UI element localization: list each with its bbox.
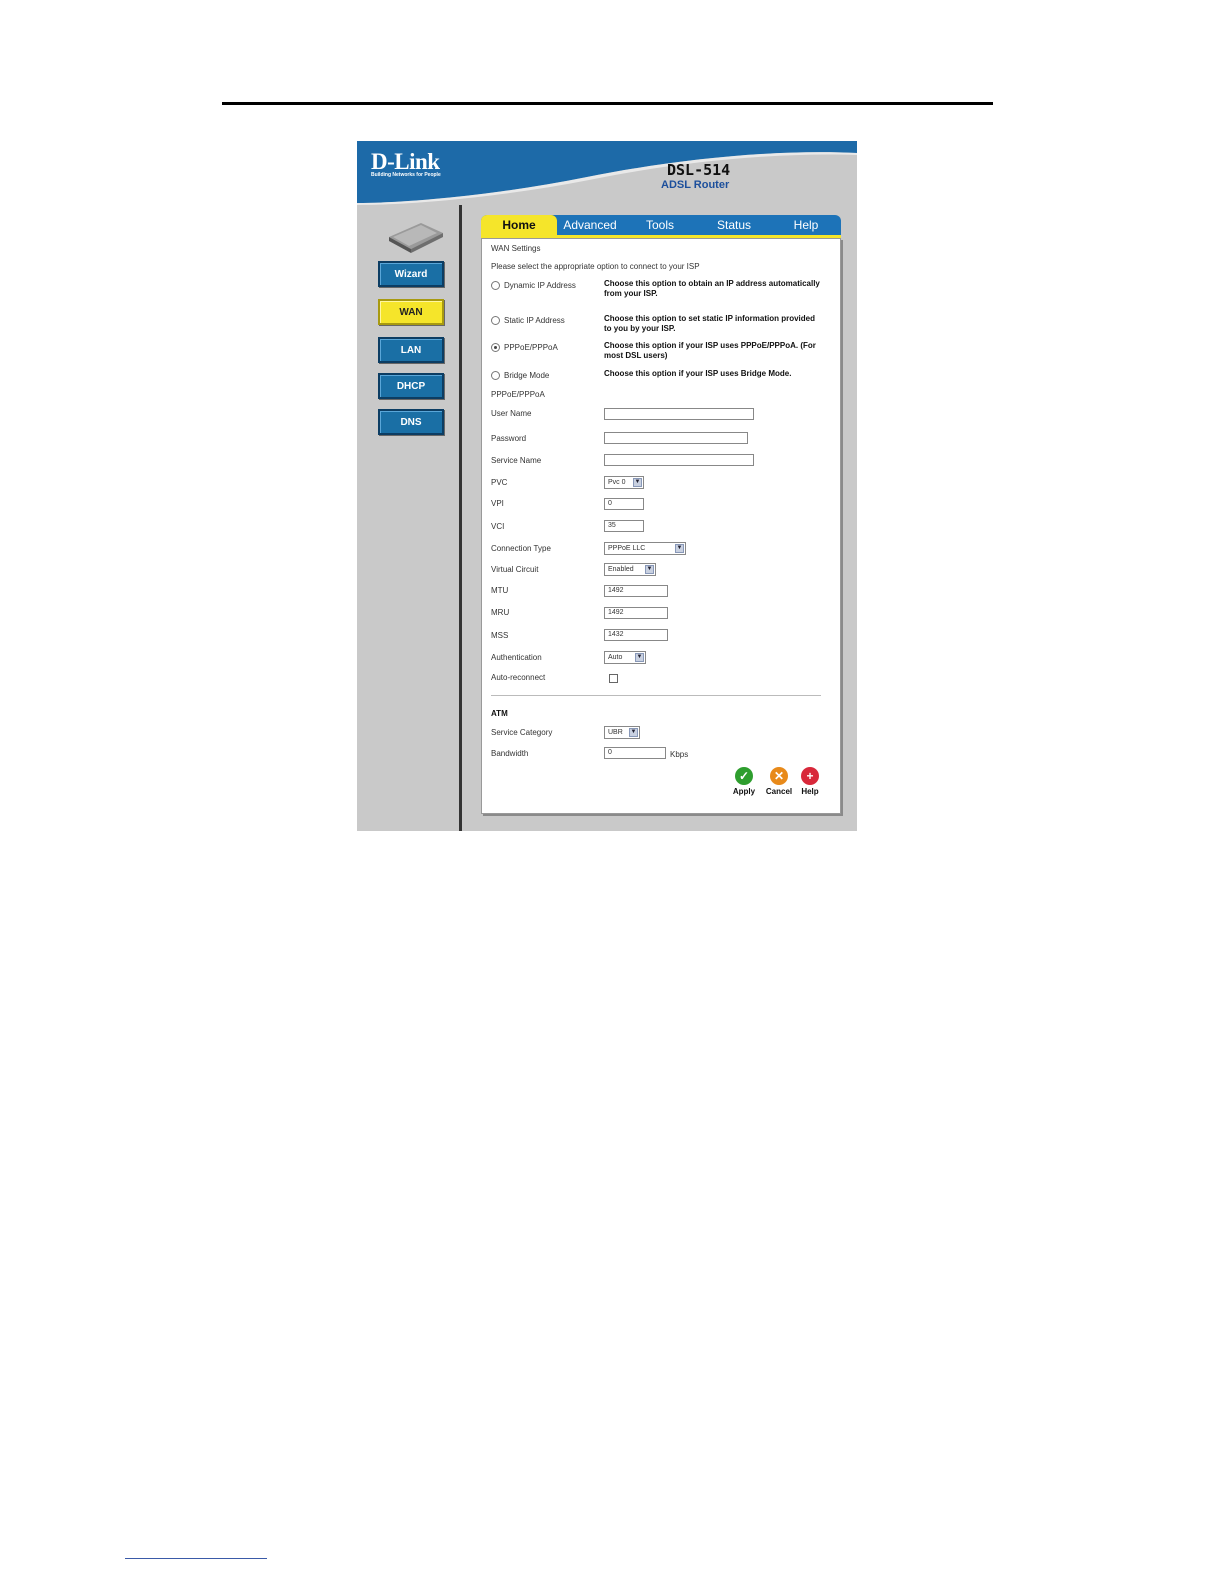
virtual-circuit-value: Enabled [608, 566, 634, 573]
password-label: Password [491, 434, 527, 443]
sidebar-item-label: DHCP [396, 380, 426, 392]
chevron-down-icon[interactable]: ▼ [635, 653, 644, 662]
user-name-input[interactable] [604, 408, 754, 420]
option-label: Bridge Mode [504, 371, 550, 380]
option-desc: Choose this option if your ISP uses PPPo… [604, 341, 816, 360]
chevron-down-icon[interactable]: ▼ [629, 728, 638, 737]
authentication-value: Auto [608, 654, 623, 661]
tab-status[interactable]: Status [697, 215, 771, 235]
cancel-label: Cancel [765, 787, 793, 796]
authentication-select[interactable]: Auto ▼ [604, 651, 646, 664]
bandwidth-input[interactable]: 0 [604, 747, 666, 759]
section-divider [491, 695, 821, 696]
model-name: DSL-514 [667, 161, 731, 179]
radio-pppoe[interactable] [491, 343, 500, 353]
service-category-value: UBR [608, 729, 623, 736]
pvc-select-value: Pvc 0 [608, 479, 626, 486]
service-name-label: Service Name [491, 456, 542, 465]
pvc-label: PVC [491, 478, 508, 487]
tab-tools[interactable]: Tools [623, 215, 697, 235]
tab-help[interactable]: Help [771, 215, 841, 235]
sidebar-item-wan[interactable]: WAN [378, 299, 444, 325]
radio-bridge[interactable] [491, 371, 500, 381]
apply-label: Apply [732, 787, 756, 796]
chevron-down-icon[interactable]: ▼ [633, 478, 642, 487]
vpi-label: VPI [491, 499, 504, 508]
cancel-button[interactable]: ✕ Cancel [764, 767, 794, 796]
radio-static-ip[interactable] [491, 316, 500, 326]
mss-input[interactable]: 1432 [604, 629, 668, 641]
option-static-ip[interactable]: Static IP Address [491, 316, 565, 326]
page-footnote-rule [125, 1558, 267, 1559]
chevron-down-icon[interactable]: ▼ [675, 544, 684, 553]
help-button[interactable]: + Help [795, 767, 825, 796]
mru-label: MRU [491, 608, 510, 617]
sidebar-item-label: LAN [400, 344, 422, 356]
tab-advanced[interactable]: Advanced [557, 215, 623, 235]
model-subtitle: ADSL Router [661, 179, 730, 191]
virtual-circuit-label: Virtual Circuit [491, 565, 539, 574]
option-label: Static IP Address [504, 316, 565, 325]
authentication-label: Authentication [491, 653, 542, 662]
router-ui-screenshot: D-Link Building Networks for People DSL-… [357, 141, 857, 831]
tab-bar: Home Advanced Tools Status Help [481, 215, 841, 235]
user-name-label: User Name [491, 409, 532, 418]
option-desc: Choose this option if your ISP uses Brid… [604, 369, 792, 378]
pppoe-section-title: PPPoE/PPPoA [491, 390, 545, 399]
vci-label: VCI [491, 522, 505, 531]
sidebar-item-label: DNS [400, 416, 422, 428]
sidebar-item-label: Wizard [394, 268, 428, 280]
auto-reconnect-checkbox[interactable] [609, 674, 618, 683]
cancel-x-icon: ✕ [770, 767, 788, 785]
page-top-rule [222, 102, 993, 105]
checkmark-icon: ✓ [735, 767, 753, 785]
option-label: Dynamic IP Address [504, 281, 576, 290]
option-pppoe[interactable]: PPPoE/PPPoA [491, 343, 558, 353]
instruction-text: Please select the appropriate option to … [491, 262, 700, 271]
bandwidth-label: Bandwidth [491, 749, 529, 758]
sidebar-item-lan[interactable]: LAN [378, 337, 444, 363]
vpi-input[interactable]: 0 [604, 498, 644, 510]
vci-input[interactable]: 35 [604, 520, 644, 532]
chevron-down-icon[interactable]: ▼ [645, 565, 654, 574]
connection-type-select[interactable]: PPPoE LLC ▼ [604, 542, 686, 555]
sidebar-divider [459, 205, 462, 831]
sidebar-item-dhcp[interactable]: DHCP [378, 373, 444, 399]
mtu-input[interactable]: 1492 [604, 585, 668, 597]
mru-input[interactable]: 1492 [604, 607, 668, 619]
content-panel: WAN Settings Please select the appropria… [481, 238, 841, 814]
service-category-select[interactable]: UBR ▼ [604, 726, 640, 739]
logo-tagline: Building Networks for People [371, 172, 441, 178]
password-input[interactable] [604, 432, 748, 444]
atm-section-title: ATM [491, 709, 508, 718]
plus-help-icon: + [801, 767, 819, 785]
bandwidth-unit: Kbps [670, 750, 689, 759]
virtual-circuit-select[interactable]: Enabled ▼ [604, 563, 656, 576]
pvc-select[interactable]: Pvc 0 ▼ [604, 476, 644, 489]
radio-dynamic-ip[interactable] [491, 281, 500, 291]
router-device-icon [389, 223, 443, 253]
option-dynamic-ip[interactable]: Dynamic IP Address [491, 281, 576, 291]
connection-type-value: PPPoE LLC [608, 545, 646, 552]
sidebar-item-dns[interactable]: DNS [378, 409, 444, 435]
option-label: PPPoE/PPPoA [504, 343, 558, 352]
option-desc: Choose this option to set static IP info… [604, 314, 815, 333]
service-name-input[interactable] [604, 454, 754, 466]
section-title: WAN Settings [491, 244, 541, 253]
mtu-label: MTU [491, 586, 509, 595]
help-label: Help [801, 787, 819, 796]
option-desc: Choose this option to obtain an IP addre… [604, 279, 820, 298]
service-category-label: Service Category [491, 728, 553, 737]
connection-type-label: Connection Type [491, 544, 551, 553]
sidebar-item-wizard[interactable]: Wizard [378, 261, 444, 287]
auto-reconnect-label: Auto-reconnect [491, 673, 546, 682]
tab-home[interactable]: Home [481, 215, 557, 235]
sidebar-item-label: WAN [399, 306, 423, 318]
apply-button[interactable]: ✓ Apply [729, 767, 759, 796]
option-bridge[interactable]: Bridge Mode [491, 371, 550, 381]
mss-label: MSS [491, 631, 509, 640]
header-banner: D-Link Building Networks for People DSL-… [357, 141, 857, 205]
